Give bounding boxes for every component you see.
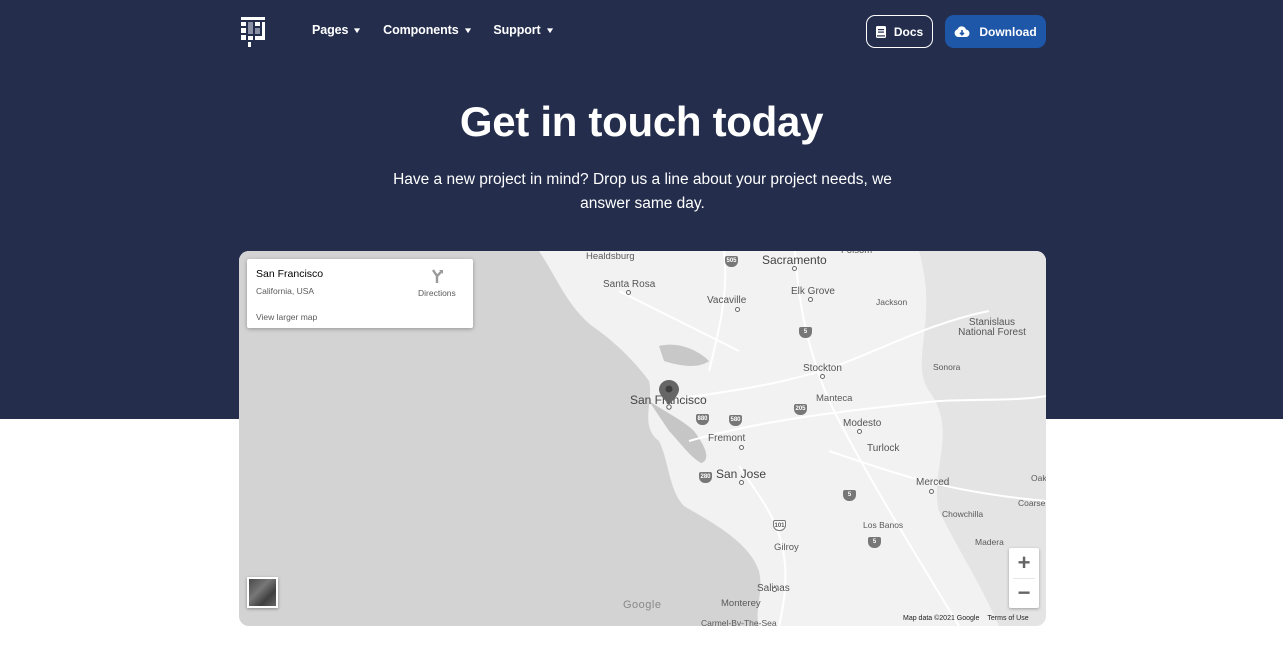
page-subtitle: Have a new project in mind? Drop us a li… [393, 171, 892, 212]
map-label-folsom: Folsom [841, 251, 872, 256]
map-label-los-banos: Los Banos [863, 520, 904, 530]
terms-of-use-link[interactable]: Terms of Use [987, 615, 1028, 622]
chevron-down-icon: ▼ [352, 25, 363, 35]
map-city-dot [739, 480, 744, 485]
chevron-down-icon: ▼ [462, 25, 473, 35]
map-city-dot [626, 290, 631, 295]
place-name: San Francisco [256, 268, 324, 280]
map-label-fremont: Fremont [708, 433, 746, 444]
map-label-vacaville: Vacaville [707, 295, 747, 306]
location-pin-icon[interactable] [659, 380, 679, 410]
nav-support-label: Support [493, 23, 541, 37]
map-label-coarsegold: Coarse [1018, 498, 1046, 508]
place-region: California, USA [256, 286, 315, 296]
map-label-healdsburg: Healdsburg [586, 251, 635, 262]
directions-link[interactable]: Directions [418, 288, 456, 298]
map-label-sonora: Sonora [933, 362, 961, 372]
map-label-madera: Madera [975, 537, 1004, 547]
map-city-dot [735, 307, 740, 312]
us-101-shield: 101 [773, 520, 786, 531]
map-label-elk-grove: Elk Grove [791, 286, 835, 297]
google-map[interactable]: Healdsburg Santa Rosa Vacaville Sacramen… [239, 251, 1046, 626]
map-label-oakhurst: Oak [1031, 473, 1046, 483]
map-city-dot [739, 445, 744, 450]
docs-label: Docs [893, 24, 924, 39]
map-city-dot [772, 587, 777, 592]
map-label-stockton: Stockton [803, 363, 842, 374]
zoom-in-button[interactable]: + [1009, 548, 1039, 578]
map-attribution: Map data ©2021 Google Terms of Use [903, 615, 1029, 622]
interstate-580-shield: 580 [729, 415, 742, 426]
nav-pages-label: Pages [312, 23, 349, 37]
map-city-dot [808, 297, 813, 302]
map-label-gilroy: Gilroy [774, 542, 799, 553]
nav-pages[interactable]: Pages ▼ [312, 23, 363, 37]
view-larger-map-link[interactable]: View larger map [256, 312, 317, 322]
nav-components-label: Components [383, 23, 459, 37]
map-city-dot [929, 489, 934, 494]
cloud-download-icon [954, 25, 970, 37]
chevron-down-icon: ▼ [544, 25, 555, 35]
directions-icon[interactable] [429, 268, 445, 284]
nav-components[interactable]: Components ▼ [383, 23, 473, 37]
interstate-5-shield: 5 [799, 327, 812, 338]
book-icon [875, 25, 886, 38]
map-data-credit: Map data ©2021 Google [903, 615, 980, 622]
map-label-turlock: Turlock [867, 443, 900, 454]
download-button[interactable]: Download [945, 15, 1046, 48]
zoom-out-button[interactable]: − [1009, 578, 1039, 608]
map-city-dot [820, 374, 825, 379]
google-logo[interactable]: Google [623, 599, 661, 611]
map-city-dot [857, 429, 862, 434]
interstate-5-shield: 5 [843, 490, 856, 501]
map-label-modesto: Modesto [843, 418, 882, 429]
map-label-jackson: Jackson [876, 297, 908, 307]
nav-links: Pages ▼ Components ▼ Support ▼ [312, 23, 555, 37]
interstate-205-shield: 205 [794, 404, 807, 415]
satellite-toggle[interactable] [247, 577, 278, 608]
map-label-stanislaus: Stanislaus National Forest [958, 317, 1026, 338]
interstate-505-shield: 505 [725, 256, 738, 267]
interstate-280-shield: 280 [699, 472, 712, 483]
top-navbar: Pages ▼ Components ▼ Support ▼ Docs Down… [0, 0, 1283, 64]
map-label-chowchilla: Chowchilla [942, 509, 984, 519]
page-title: Get in touch today [459, 98, 824, 145]
map-city-dot [792, 266, 797, 271]
map-info-card: San Francisco California, USA View large… [247, 259, 473, 328]
interstate-880-shield: 880 [696, 414, 709, 425]
map-zoom-control: + − [1009, 548, 1039, 608]
interstate-5-shield: 5 [868, 537, 881, 548]
map-label-manteca: Manteca [816, 393, 853, 404]
download-label: Download [979, 24, 1037, 39]
map-label-santa-rosa: Santa Rosa [603, 279, 656, 290]
map-label-carmel: Carmel-By-The-Sea [701, 618, 777, 626]
nav-support[interactable]: Support ▼ [493, 23, 555, 37]
docs-button[interactable]: Docs [866, 15, 933, 48]
brand-logo[interactable] [241, 17, 265, 47]
map-label-monterey: Monterey [721, 598, 761, 609]
map-label-merced: Merced [916, 477, 950, 488]
map-label-sacramento: Sacramento [762, 253, 827, 267]
map-label-san-jose: San Jose [716, 467, 767, 481]
